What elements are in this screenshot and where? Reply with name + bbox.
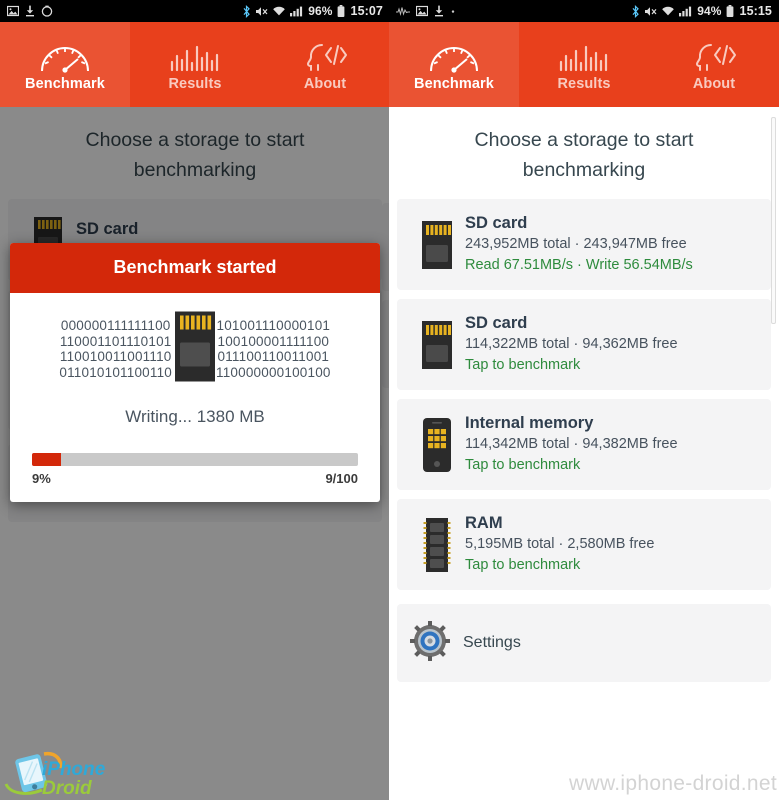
image-icon xyxy=(7,5,19,17)
settings-row[interactable]: Settings xyxy=(397,604,771,682)
progress-count-label: 9/100 xyxy=(325,471,358,486)
settings-label: Settings xyxy=(463,634,521,651)
battery-icon xyxy=(337,4,345,18)
tab-benchmark[interactable]: Benchmark xyxy=(0,22,130,107)
dialog-title: Benchmark started xyxy=(10,243,380,293)
sdcard-icon xyxy=(409,319,465,371)
bars-icon xyxy=(169,37,221,73)
tab-label-about: About xyxy=(303,76,347,92)
right-content: Choose a storage to start benchmarking S… xyxy=(389,107,779,800)
bars-icon xyxy=(558,37,610,73)
benchmark-dialog: Benchmark started 000000111111100 1100011… xyxy=(10,243,380,502)
dialog-status: Writing... 1380 MB xyxy=(125,407,265,426)
circle-icon xyxy=(41,5,53,17)
storage-card-internal[interactable]: Internal memory 114,342MB total · 94,382… xyxy=(397,399,771,490)
tab-about[interactable]: About xyxy=(649,22,779,107)
storage-title: SD card xyxy=(465,314,528,332)
progress-track xyxy=(32,453,358,466)
storage-result: Read 67.51MB/s · Write 56.54MB/s xyxy=(465,257,693,273)
storage-card-list: SD card 243,952MB total · 243,947MB free… xyxy=(389,199,779,590)
storage-action: Tap to benchmark xyxy=(465,357,581,373)
head-code-icon xyxy=(687,37,741,73)
battery-percent: 94% xyxy=(697,4,722,18)
storage-card-sd-2[interactable]: SD card 114,322MB total · 94,362MB free … xyxy=(397,299,771,390)
storage-sub: 243,952MB total · 243,947MB free xyxy=(465,236,687,252)
page-headline: Choose a storage to start benchmarking xyxy=(474,129,694,181)
left-status-bar: 96% 15:07 xyxy=(0,0,390,22)
storage-sub: 114,342MB total · 94,382MB free xyxy=(465,436,678,452)
tab-label-about: About xyxy=(692,76,736,92)
volume-mute-icon xyxy=(255,5,268,18)
download-icon xyxy=(25,5,35,17)
storage-sub: 5,195MB total · 2,580MB free xyxy=(465,536,655,552)
storage-action: Tap to benchmark xyxy=(465,557,581,573)
download-icon xyxy=(434,5,444,17)
speedometer-icon xyxy=(38,37,92,73)
tab-results[interactable]: Results xyxy=(519,22,649,107)
tab-results[interactable]: Results xyxy=(130,22,260,107)
left-tab-bar: Benchmark Results About xyxy=(0,22,390,107)
status-left-icons xyxy=(7,5,53,17)
scrollbar[interactable] xyxy=(771,117,776,324)
bits-left: 000000111111100 110001101110101 1100100110… xyxy=(59,318,172,380)
image-icon xyxy=(416,5,428,17)
progress-fill xyxy=(32,453,62,466)
wifi-icon xyxy=(272,5,286,17)
storage-action: Tap to benchmark xyxy=(465,457,581,473)
bluetooth-icon xyxy=(242,4,251,18)
storage-card-text: SD card 114,322MB total · 94,362MB free … xyxy=(465,313,759,376)
head-code-icon xyxy=(298,37,352,73)
phone-memory-icon xyxy=(409,417,465,473)
storage-title: Internal memory xyxy=(465,414,594,432)
progress-percent-label: 9% xyxy=(32,471,51,486)
progress-labels: 9% 9/100 xyxy=(32,471,358,486)
waveform-icon xyxy=(396,6,410,16)
signal-icon xyxy=(290,5,303,17)
sdcard-icon xyxy=(409,219,465,271)
status-right-icons: 96% 15:07 xyxy=(242,4,383,18)
sdcard-icon xyxy=(167,310,223,389)
screenshot-stage: 96% 15:07 Benchmark Results About Choose… xyxy=(0,0,779,800)
status-clock: 15:15 xyxy=(739,4,772,18)
speedometer-icon xyxy=(427,37,481,73)
battery-icon xyxy=(726,4,734,18)
storage-title: RAM xyxy=(465,514,503,532)
bits-right: 101001110000101 100100001111100 0111001100… xyxy=(216,318,331,380)
dialog-body: 000000111111100 110001101110101 1100100110… xyxy=(10,293,380,502)
right-tab-bar: Benchmark Results About xyxy=(389,22,779,107)
status-right-icons: 94% 15:15 xyxy=(631,4,772,18)
tab-benchmark[interactable]: Benchmark xyxy=(389,22,519,107)
tab-label-benchmark: Benchmark xyxy=(414,76,494,92)
volume-mute-icon xyxy=(644,5,657,18)
storage-title: SD card xyxy=(465,214,528,232)
storage-card-text: Internal memory 114,342MB total · 94,382… xyxy=(465,413,759,476)
right-status-bar: 94% 15:15 xyxy=(389,0,779,22)
tab-about[interactable]: About xyxy=(260,22,390,107)
gear-icon xyxy=(409,620,451,667)
right-phone: 94% 15:15 Benchmark Results About Choose… xyxy=(389,0,779,800)
progress-bar: 9% 9/100 xyxy=(32,453,358,486)
left-phone: 96% 15:07 Benchmark Results About Choose… xyxy=(0,0,390,800)
wifi-icon xyxy=(661,5,675,17)
tab-label-results: Results xyxy=(168,76,222,92)
signal-icon xyxy=(679,5,692,17)
battery-percent: 96% xyxy=(308,4,333,18)
storage-card-sd-1[interactable]: SD card 243,952MB total · 243,947MB free… xyxy=(397,199,771,290)
storage-sub: 114,322MB total · 94,362MB free xyxy=(465,336,678,352)
storage-card-text: SD card 243,952MB total · 243,947MB free… xyxy=(465,213,759,276)
tab-label-benchmark: Benchmark xyxy=(25,76,105,92)
tab-label-results: Results xyxy=(557,76,611,92)
bluetooth-icon xyxy=(631,4,640,18)
status-clock: 15:07 xyxy=(350,4,383,18)
storage-card-text: RAM 5,195MB total · 2,580MB free Tap to … xyxy=(465,513,759,576)
bits-animation: 000000111111100 110001101110101 1100100110… xyxy=(32,311,358,387)
ram-icon xyxy=(409,516,465,574)
status-left-icons xyxy=(396,5,456,17)
storage-card-ram[interactable]: RAM 5,195MB total · 2,580MB free Tap to … xyxy=(397,499,771,590)
dot-icon xyxy=(450,8,456,14)
